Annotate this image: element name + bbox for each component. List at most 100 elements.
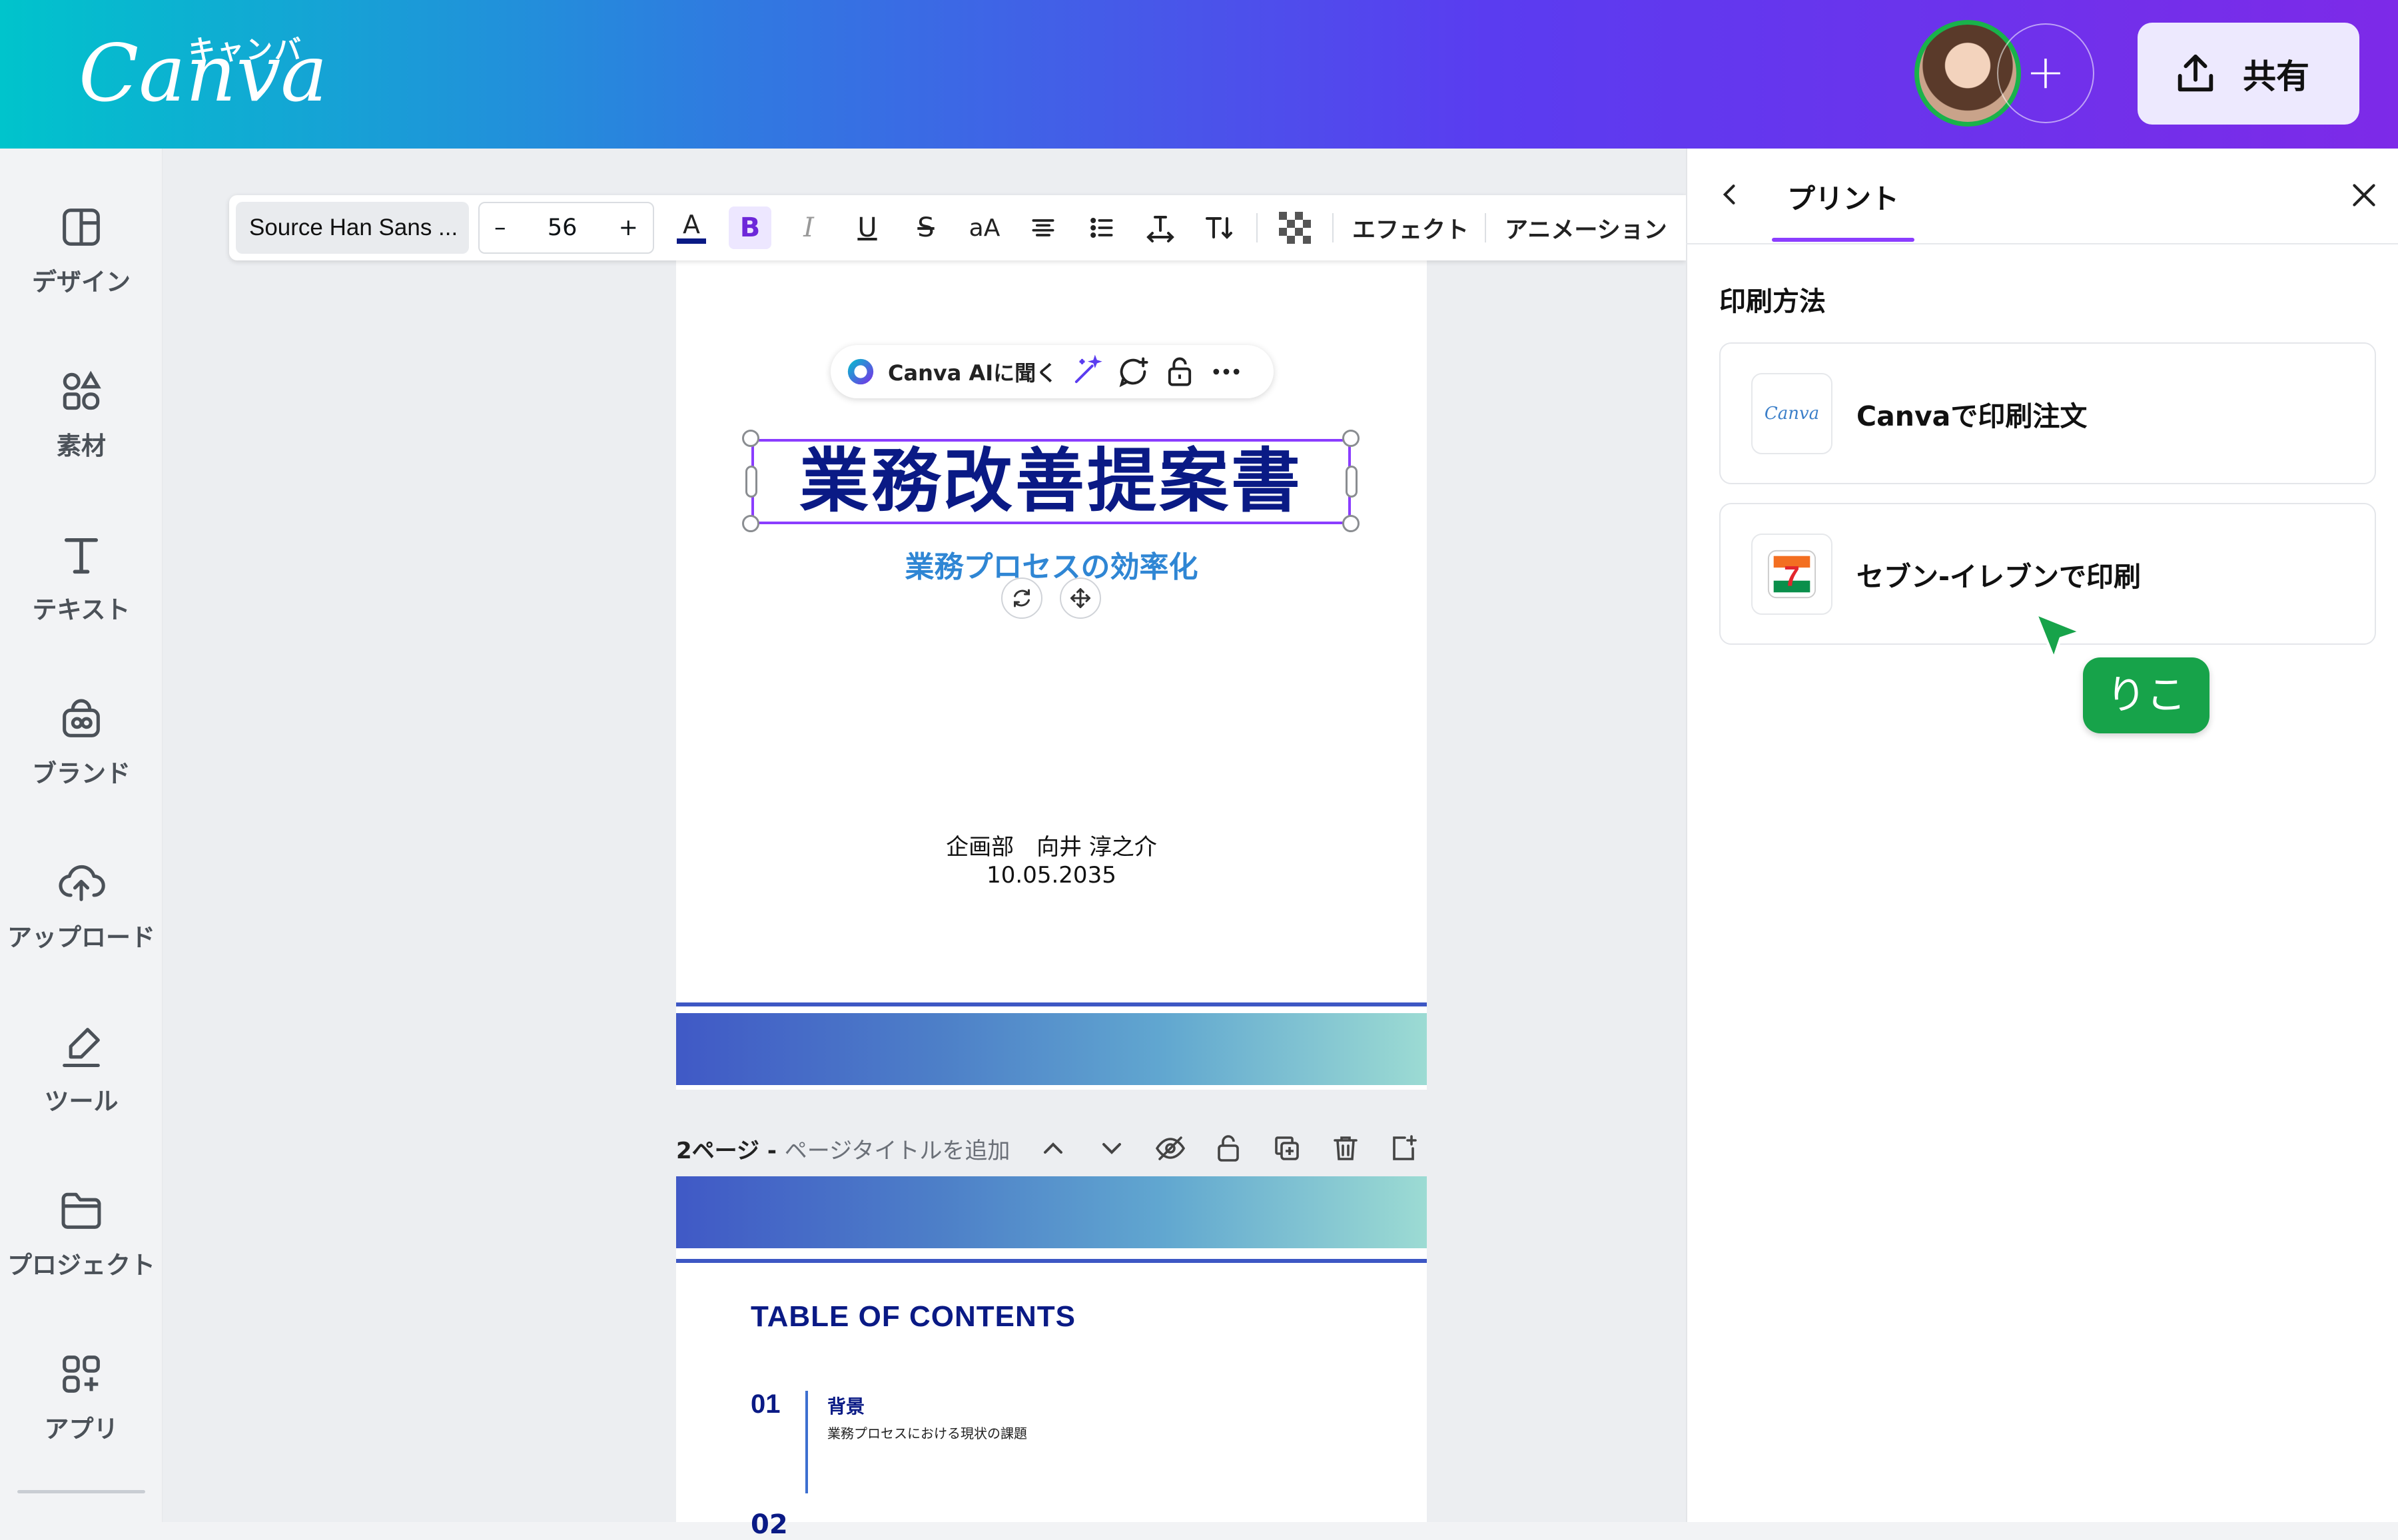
page1-band-line [676, 1002, 1427, 1006]
letter-case-button[interactable]: aA [963, 206, 1006, 249]
delete-page-icon[interactable] [1330, 1132, 1362, 1164]
sidebar-item-tools[interactable]: ツール [0, 1021, 163, 1117]
sidebar-item-apps[interactable]: アプリ [0, 1349, 163, 1445]
add-comment-icon[interactable] [1116, 354, 1150, 389]
share-button[interactable]: 共有 [2138, 23, 2359, 125]
brand-icon [63, 699, 100, 737]
sidebar-label: プロジェクト [7, 1251, 155, 1280]
align-center-button[interactable] [1022, 206, 1064, 249]
document-title[interactable]: 業務改善提案書 [751, 441, 1351, 521]
rotate-icon [1014, 589, 1030, 607]
toc-item-heading[interactable]: 背景 [827, 1392, 865, 1419]
increase-size-button[interactable]: + [619, 214, 638, 241]
strikethrough-button[interactable]: S [905, 206, 947, 249]
sidebar-label: ツール [44, 1087, 119, 1116]
effects-button[interactable]: エフェクト [1352, 211, 1469, 245]
letter-spacing-icon [1146, 216, 1174, 242]
page2-band-line [676, 1259, 1427, 1263]
text-orientation-button[interactable] [1198, 206, 1240, 249]
toc-item-number[interactable]: 02 [751, 1509, 788, 1540]
print-option-canva[interactable]: Canva Canvaで印刷注文 [1719, 342, 2376, 484]
folder-icon [61, 1192, 101, 1229]
seven-eleven-logo-text: 7 [1784, 560, 1800, 592]
move-icon [1070, 588, 1090, 608]
font-size-value[interactable]: 56 [548, 214, 578, 241]
vertical-text-icon [1206, 217, 1232, 239]
animation-button[interactable]: アニメーション [1505, 211, 1667, 245]
italic-button[interactable]: I [787, 206, 830, 249]
sidebar-item-brand[interactable]: ブランド [0, 693, 163, 789]
collaborator-cursor-label: りこ [2083, 657, 2209, 733]
sidebar-label: テキスト [32, 595, 131, 624]
bullet-list-button[interactable] [1080, 206, 1123, 249]
share-upload-icon [2178, 54, 2213, 91]
sidebar-divider [17, 1490, 145, 1493]
transparency-icon [1279, 212, 1311, 244]
lock-page-icon[interactable] [1212, 1132, 1244, 1164]
document-date[interactable]: 10.05.2035 [676, 862, 1427, 889]
upload-cloud-icon [59, 865, 105, 901]
text-color-glyph: A [683, 210, 700, 239]
text-icon [64, 538, 99, 574]
canva-ai-label[interactable]: Canva AIに聞く [888, 356, 1057, 387]
lock-icon[interactable] [1162, 354, 1197, 389]
toolbar-separator [1485, 213, 1487, 242]
font-size-stepper[interactable]: – 56 + [478, 202, 654, 254]
page2-number: 2ページ - [676, 1138, 785, 1164]
page2-title-label[interactable]: 2ページ - ページタイトルを追加 [676, 1132, 1010, 1165]
bullet-list-icon [1090, 217, 1113, 238]
sidebar-label: 素材 [57, 432, 106, 460]
add-collaborator-button[interactable]: + [1997, 23, 2094, 123]
sidebar-item-elements[interactable]: 素材 [0, 366, 163, 462]
sidebar-label: デザイン [32, 268, 131, 296]
panel-divider [1686, 243, 2398, 244]
page2-gradient-band [676, 1176, 1427, 1248]
print-method-heading: 印刷方法 [1719, 286, 1826, 317]
sidebar-label: アップロード [7, 923, 155, 952]
chevron-down-icon[interactable] [1096, 1132, 1128, 1164]
back-chevron-icon[interactable] [1715, 180, 1745, 209]
magic-edit-icon[interactable] [1069, 354, 1104, 389]
left-sidebar: デザイン 素材 テキスト ブランド アップロード ツール プロジェクト アプリ [0, 149, 163, 1522]
sidebar-item-upload[interactable]: アップロード [0, 857, 163, 953]
top-bar: Canva キャンバ + 共有 [0, 0, 2398, 149]
duplicate-page-icon[interactable] [1271, 1132, 1303, 1164]
chevron-up-icon[interactable] [1037, 1132, 1069, 1164]
panel-tab-print[interactable]: プリント [1787, 177, 1899, 217]
more-icon[interactable] [1209, 354, 1244, 389]
sidebar-item-projects[interactable]: プロジェクト [0, 1185, 163, 1281]
hide-page-icon[interactable] [1154, 1132, 1186, 1164]
sidebar-item-design[interactable]: デザイン [0, 202, 163, 298]
move-handle[interactable] [1060, 578, 1101, 619]
active-tab-indicator [1772, 238, 1914, 242]
text-color-button[interactable]: A [670, 206, 713, 249]
add-page-icon[interactable] [1388, 1132, 1419, 1164]
sidebar-item-text[interactable]: テキスト [0, 530, 163, 625]
decrease-size-button[interactable]: – [494, 214, 506, 241]
canva-ai-icon [847, 358, 874, 385]
text-toolbar: Source Han Sans ... – 56 + A B I U S aA … [229, 195, 1686, 260]
elements-icon [63, 370, 101, 410]
toolbar-separator [1256, 213, 1258, 242]
toc-item-description[interactable]: 業務プロセスにおける現状の課題 [827, 1423, 1027, 1442]
spacing-button[interactable] [1139, 206, 1182, 249]
seven-eleven-logo-icon: 7 [1751, 533, 1832, 615]
page1-gradient-band [676, 1013, 1427, 1085]
text-color-swatch [677, 238, 706, 244]
page2-add-title[interactable]: ページタイトルを追加 [785, 1138, 1010, 1164]
canva-logo-icon: Canva [1751, 372, 1832, 454]
font-family-select[interactable]: Source Han Sans ... [236, 202, 469, 254]
document-author[interactable]: 企画部 向井 淳之介 [676, 829, 1427, 861]
transparency-button[interactable] [1274, 206, 1316, 249]
document-subtitle[interactable]: 業務プロセスの効率化 [676, 543, 1427, 585]
toc-title[interactable]: TABLE OF CONTENTS [751, 1300, 1076, 1334]
toc-divider [805, 1391, 808, 1493]
align-center-icon [1032, 219, 1054, 236]
rotate-handle[interactable] [1001, 578, 1042, 619]
close-icon[interactable] [2347, 179, 2381, 212]
underline-button[interactable]: U [846, 206, 889, 249]
print-option-label: セブン-イレブンで印刷 [1856, 560, 2142, 593]
toc-item-number[interactable]: 01 [751, 1389, 781, 1419]
canva-ai-bar[interactable]: Canva AIに聞く [831, 345, 1274, 398]
bold-button[interactable]: B [729, 206, 771, 249]
